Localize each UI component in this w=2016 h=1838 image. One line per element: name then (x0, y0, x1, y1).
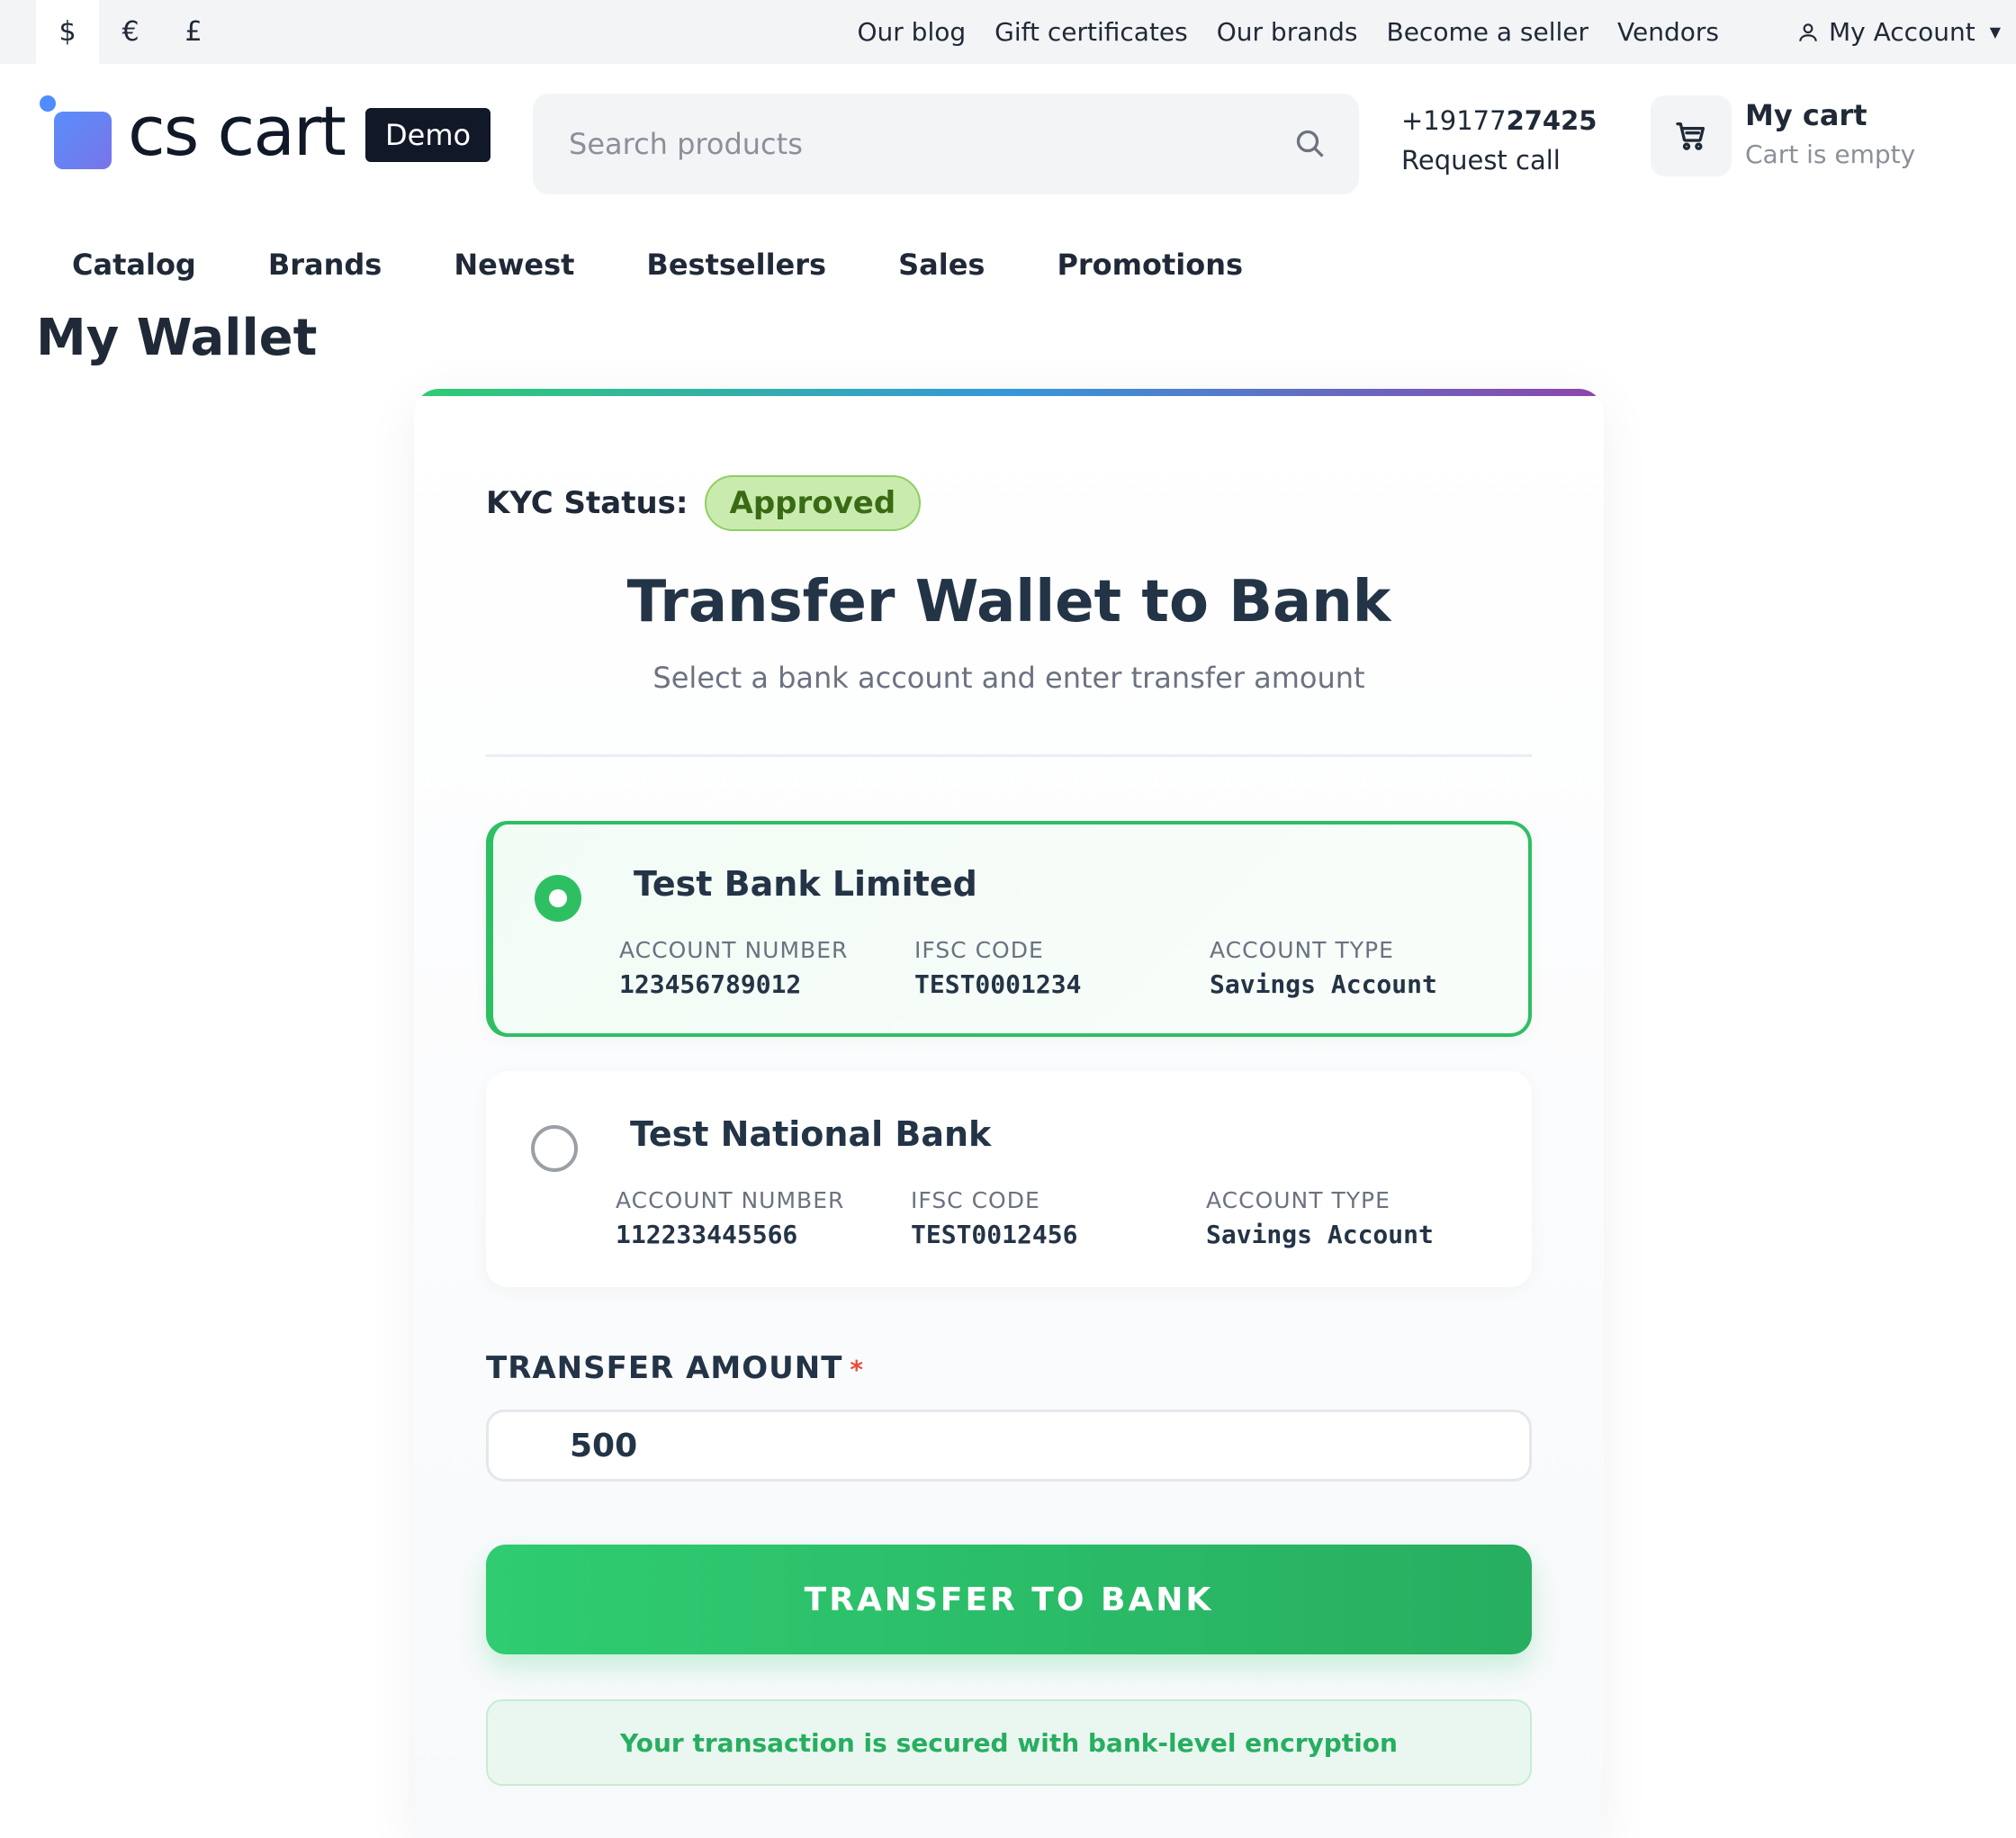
divider (486, 754, 1532, 757)
account-number-label: ACCOUNT NUMBER (616, 1187, 845, 1213)
link-become-seller[interactable]: Become a seller (1386, 17, 1588, 47)
nav-sales[interactable]: Sales (898, 248, 985, 282)
request-call-link[interactable]: Request call (1401, 140, 1597, 180)
user-icon (1799, 23, 1817, 41)
account-number-field: ACCOUNT NUMBER 112233445566 (616, 1185, 844, 1253)
cart-title: My cart (1745, 98, 1868, 132)
account-type-label: ACCOUNT TYPE (1206, 1187, 1390, 1213)
account-type-field: ACCOUNT TYPE Savings Account (1210, 934, 1437, 1003)
nav-promotions[interactable]: Promotions (1057, 248, 1243, 282)
account-type-value: Savings Account (1206, 1220, 1434, 1249)
search-input[interactable] (569, 94, 1271, 194)
cart-status: Cart is empty (1745, 140, 1916, 169)
cart-summary[interactable]: My cart Cart is empty (1745, 95, 1915, 175)
logo-text: cs cart (128, 91, 346, 171)
nav-brands[interactable]: Brands (268, 248, 382, 282)
transfer-amount-input[interactable] (486, 1410, 1532, 1482)
logo-square (54, 112, 112, 169)
phone-number[interactable]: +1917727425 (1401, 105, 1597, 136)
top-bar: $ € £ Our blog Gift certificates Our bra… (0, 0, 2016, 64)
top-links: Our blog Gift certificates Our brands Be… (857, 0, 1719, 64)
card-gradient-bar (414, 389, 1604, 396)
bank-option-test-national-bank[interactable]: Test National Bank ACCOUNT NUMBER 112233… (486, 1071, 1532, 1287)
search-icon[interactable] (1294, 128, 1327, 160)
bank-option-test-bank-limited[interactable]: Test Bank Limited ACCOUNT NUMBER 1234567… (486, 821, 1532, 1037)
account-type-label: ACCOUNT TYPE (1210, 937, 1394, 963)
transfer-subheading: Select a bank account and enter transfer… (652, 661, 1365, 695)
transfer-amount-label: TRANSFER AMOUNT * (486, 1350, 865, 1386)
account-number-value: 112233445566 (616, 1220, 798, 1249)
transfer-to-bank-button[interactable]: TRANSFER TO BANK (486, 1545, 1532, 1654)
logo-dot (40, 95, 56, 112)
ifsc-value: TEST0012456 (911, 1220, 1078, 1249)
transfer-card: KYC Status: Approved Transfer Wallet to … (414, 389, 1604, 1838)
currency-gbp[interactable]: £ (162, 0, 225, 64)
site-logo[interactable]: cs cart Demo (36, 94, 504, 169)
nav-catalog[interactable]: Catalog (72, 248, 196, 282)
kyc-status: KYC Status: Approved (486, 475, 922, 531)
my-account-menu[interactable]: My Account ▼ (1796, 0, 2001, 64)
kyc-status-badge: Approved (704, 475, 922, 531)
my-account-label: My Account (1829, 17, 1976, 47)
link-vendors[interactable]: Vendors (1617, 17, 1719, 47)
transfer-heading: Transfer Wallet to Bank (626, 569, 1391, 635)
ifsc-field: IFSC CODE TEST0001234 (914, 934, 1081, 1003)
required-mark: * (850, 1355, 865, 1384)
caret-down-icon: ▼ (1989, 23, 2001, 41)
ifsc-value: TEST0001234 (914, 969, 1082, 999)
radio-unselected-icon[interactable] (531, 1125, 578, 1172)
link-our-blog[interactable]: Our blog (857, 17, 966, 47)
ifsc-label: IFSC CODE (914, 937, 1044, 963)
ifsc-label: IFSC CODE (911, 1187, 1040, 1213)
kyc-label: KYC Status: (486, 485, 688, 521)
page-title: My Wallet (36, 309, 318, 367)
logo-demo-badge: Demo (365, 108, 491, 162)
account-number-field: ACCOUNT NUMBER 123456789012 (619, 934, 848, 1003)
account-type-value: Savings Account (1210, 969, 1437, 999)
cart-button[interactable] (1651, 95, 1732, 176)
currency-usd[interactable]: $ (36, 0, 99, 64)
ifsc-field: IFSC CODE TEST0012456 (911, 1185, 1077, 1253)
bank-name: Test Bank Limited (634, 864, 977, 904)
cart-icon (1676, 122, 1705, 150)
account-number-value: 123456789012 (619, 969, 802, 999)
main-nav: Catalog Brands Newest Bestsellers Sales … (72, 241, 1243, 288)
link-our-brands[interactable]: Our brands (1217, 17, 1358, 47)
nav-newest[interactable]: Newest (454, 248, 574, 282)
account-number-label: ACCOUNT NUMBER (619, 937, 849, 963)
link-gift-certificates[interactable]: Gift certificates (994, 17, 1188, 47)
currency-eur[interactable]: € (99, 0, 162, 64)
nav-bestsellers[interactable]: Bestsellers (646, 248, 826, 282)
phone-block: +1917727425 Request call (1401, 101, 1597, 180)
bank-name: Test National Bank (630, 1114, 992, 1154)
radio-selected-icon[interactable] (535, 875, 581, 922)
security-note: Your transaction is secured with bank-le… (486, 1699, 1532, 1786)
account-type-field: ACCOUNT TYPE Savings Account (1206, 1185, 1434, 1253)
search-box (533, 94, 1359, 194)
